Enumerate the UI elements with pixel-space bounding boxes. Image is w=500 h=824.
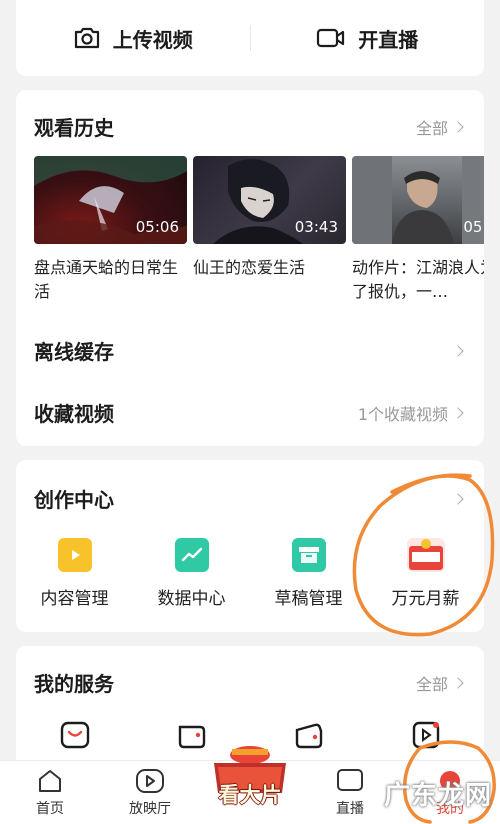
data-center-icon bbox=[174, 538, 209, 572]
go-live-label: 开直播 bbox=[358, 27, 419, 52]
watch-history-card: 观看历史 全部 05:06 盘点通天蛤的日常生活 03:43 仙王的恋爱生活 0… bbox=[16, 90, 484, 446]
draft-manage-label: 草稿管理 bbox=[274, 589, 343, 609]
creation-grid: 内容管理 数据中心 草稿管理 万元月薪 bbox=[16, 538, 484, 609]
content-manage-icon bbox=[57, 538, 92, 572]
video-thumbnail: 05:06 bbox=[34, 156, 187, 244]
live-tv-icon bbox=[337, 769, 363, 791]
creation-header: 创作中心 bbox=[34, 484, 466, 513]
watermark: 广东龙网 bbox=[383, 781, 492, 811]
chevron-right-icon bbox=[452, 676, 464, 689]
monthly-salary-button[interactable]: 万元月薪 bbox=[367, 538, 484, 609]
nav-home-label: 首页 bbox=[36, 801, 64, 817]
shopping-bag-icon bbox=[60, 721, 89, 749]
history-title: 观看历史 bbox=[34, 116, 114, 140]
video-camera-icon bbox=[317, 28, 345, 48]
video-duration: 05:4 bbox=[463, 218, 484, 236]
favorites-count: 1个收藏视频 bbox=[357, 404, 448, 424]
history-all-link[interactable]: 全部 bbox=[416, 115, 466, 139]
draft-manage-button[interactable]: 草稿管理 bbox=[250, 538, 367, 609]
services-title: 我的服务 bbox=[34, 672, 114, 696]
monthly-salary-icon bbox=[406, 538, 445, 572]
video-title: 动作片：江湖浪人为了报仇，一… bbox=[352, 258, 484, 301]
blockbuster-badge-text: 看大片 bbox=[218, 783, 282, 807]
go-live-button[interactable]: 开直播 bbox=[251, 0, 485, 76]
upload-video-button[interactable]: 上传视频 bbox=[16, 0, 250, 76]
wallet-icon bbox=[178, 725, 205, 749]
video-thumbnail: 05:4 bbox=[352, 156, 484, 244]
history-thumbnail-list: 05:06 盘点通天蛤的日常生活 03:43 仙王的恋爱生活 05 动作片：江湖… bbox=[34, 156, 484, 304]
chevron-right-icon[interactable] bbox=[452, 492, 464, 505]
offline-cache-row[interactable]: 离线缓存 bbox=[34, 336, 466, 365]
nav-blockbuster[interactable]: 看大片 bbox=[200, 746, 300, 824]
creation-title: 创作中心 bbox=[34, 488, 114, 512]
favorites-label: 收藏视频 bbox=[34, 402, 114, 426]
top-actions-card: 上传视频 开直播 bbox=[16, 0, 484, 76]
video-duration: 05:06 bbox=[135, 218, 179, 236]
draft-box-icon bbox=[291, 538, 326, 572]
content-manage-label: 内容管理 bbox=[40, 589, 109, 609]
upload-video-label: 上传视频 bbox=[112, 27, 193, 52]
data-center-button[interactable]: 数据中心 bbox=[133, 538, 250, 609]
nav-home[interactable]: 首页 bbox=[0, 761, 100, 824]
video-duration: 03:43 bbox=[294, 218, 338, 236]
video-play-icon bbox=[412, 721, 439, 749]
camera-icon bbox=[74, 27, 99, 49]
home-icon bbox=[39, 770, 61, 792]
services-all-link[interactable]: 全部 bbox=[416, 671, 466, 695]
video-title: 盘点通天蛤的日常生活 bbox=[34, 258, 179, 301]
card-icon bbox=[295, 723, 322, 749]
monthly-salary-label: 万元月薪 bbox=[391, 589, 460, 609]
favorites-row[interactable]: 收藏视频 1个收藏视频 bbox=[34, 398, 466, 427]
service-item[interactable] bbox=[367, 720, 484, 750]
nav-live-label: 直播 bbox=[336, 801, 364, 817]
chevron-right-icon bbox=[452, 120, 464, 133]
history-video-item[interactable]: 05:4 动作片：江湖浪人为了报仇，一… bbox=[352, 156, 484, 304]
history-all-label: 全部 bbox=[415, 118, 448, 138]
offline-cache-label: 离线缓存 bbox=[34, 340, 114, 364]
nav-theater[interactable]: 放映厅 bbox=[100, 761, 200, 824]
data-center-label: 数据中心 bbox=[157, 589, 226, 609]
creation-center-card: 创作中心 内容管理 数据中心 草稿管理 万元月薪 bbox=[16, 460, 484, 632]
video-thumbnail: 03:43 bbox=[193, 156, 346, 244]
history-video-item[interactable]: 05:06 盘点通天蛤的日常生活 bbox=[34, 156, 187, 304]
chevron-right-icon bbox=[452, 344, 464, 357]
chevron-right-icon bbox=[452, 406, 464, 419]
video-title: 仙王的恋爱生活 bbox=[193, 258, 306, 277]
services-all-label: 全部 bbox=[415, 674, 448, 694]
history-video-item[interactable]: 03:43 仙王的恋爱生活 bbox=[193, 156, 346, 304]
services-header: 我的服务 全部 bbox=[34, 668, 466, 697]
play-circle-icon bbox=[136, 769, 164, 793]
content-manage-button[interactable]: 内容管理 bbox=[16, 538, 133, 609]
service-item[interactable] bbox=[16, 720, 133, 750]
history-header: 观看历史 全部 bbox=[34, 112, 466, 141]
nav-theater-label: 放映厅 bbox=[129, 801, 171, 817]
